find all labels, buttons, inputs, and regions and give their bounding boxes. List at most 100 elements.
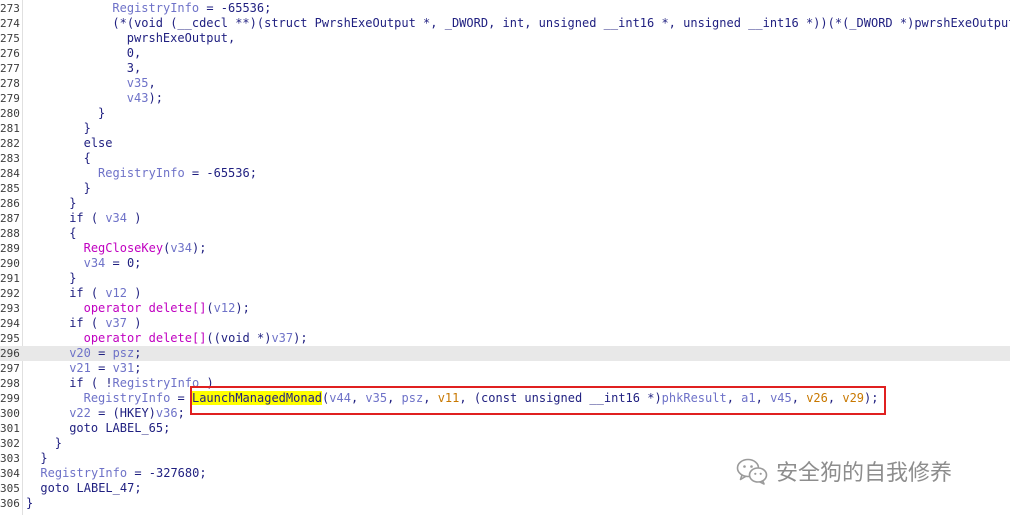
code-text: else — [84, 136, 113, 151]
code-token: = -327680; — [127, 466, 207, 480]
code-token[interactable]: RegCloseKey — [84, 241, 163, 255]
code-token[interactable]: RegistryInfo — [40, 466, 127, 480]
code-token[interactable]: v12 — [214, 301, 236, 315]
code-token: = — [90, 346, 113, 360]
code-token: = — [90, 361, 113, 375]
code-token[interactable]: v21 — [69, 361, 91, 375]
code-line[interactable]: 292 if ( v12 ) — [0, 286, 1010, 301]
code-line[interactable]: 280} — [0, 106, 1010, 121]
code-text: (*(void (__cdecl **)(struct PwrshExeOutp… — [112, 16, 1010, 31]
code-token: ) — [127, 286, 142, 300]
code-text: v43); — [127, 91, 163, 106]
code-text: if ( v34 ) — [69, 211, 141, 226]
code-token[interactable]: v20 — [69, 346, 91, 360]
code-line[interactable]: 302} — [0, 436, 1010, 451]
code-token[interactable]: v43 — [127, 91, 149, 105]
code-line[interactable]: 294 if ( v37 ) — [0, 316, 1010, 331]
code-token[interactable]: operator delete[] — [84, 331, 207, 345]
code-token: ; — [134, 361, 142, 375]
code-token: } — [26, 496, 34, 510]
code-token[interactable]: v34 — [84, 256, 106, 270]
code-token: { — [83, 151, 91, 165]
code-line[interactable]: 295 operator delete[]((void *)v37); — [0, 331, 1010, 346]
code-line[interactable]: 289 RegCloseKey(v34); — [0, 241, 1010, 256]
code-text: } — [69, 196, 76, 211]
code-line[interactable]: 293 operator delete[](v12); — [0, 301, 1010, 316]
code-line[interactable]: 273 RegistryInfo = -65536; — [0, 1, 1010, 16]
code-token: ); — [148, 91, 163, 105]
code-token[interactable]: v22 — [69, 406, 91, 420]
code-token: { — [69, 226, 77, 240]
code-token: goto — [69, 421, 99, 435]
code-line[interactable]: 284 RegistryInfo = -65536; — [0, 166, 1010, 181]
code-line[interactable]: 277 3, — [0, 61, 1010, 76]
code-line[interactable]: 288 { — [0, 226, 1010, 241]
code-token[interactable]: operator delete[] — [84, 301, 207, 315]
code-text: RegistryInfo = -327680; — [40, 466, 206, 481]
code-text: v21 = v31; — [69, 361, 141, 376]
code-token[interactable]: v12 — [105, 286, 127, 300]
code-line[interactable]: 287 if ( v34 ) — [0, 211, 1010, 226]
code-token: if — [69, 376, 84, 390]
code-token: ) — [127, 316, 142, 330]
code-token[interactable]: RegistryInfo — [112, 1, 199, 15]
line-number: 279 — [0, 92, 20, 105]
code-token: ; — [134, 346, 142, 360]
code-token: ( — [206, 301, 214, 315]
line-number: 295 — [0, 332, 20, 345]
code-token[interactable]: v37 — [105, 316, 127, 330]
code-line[interactable]: 291} — [0, 271, 1010, 286]
code-text: v35, — [127, 76, 156, 91]
code-token: if — [69, 211, 84, 225]
code-token: ( ! — [83, 376, 113, 390]
line-number: 274 — [0, 17, 20, 30]
pseudocode-view[interactable]: 273 RegistryInfo = -65536; 274 (*(void (__c… — [0, 0, 1010, 515]
code-line[interactable]: 281} — [0, 121, 1010, 136]
code-token[interactable]: v31 — [113, 361, 135, 375]
code-token: ( — [83, 211, 106, 225]
code-token: } — [98, 106, 106, 120]
code-line[interactable]: 297 v21 = v31; — [0, 361, 1010, 376]
code-line[interactable]: 282 else — [0, 136, 1010, 151]
wechat-icon — [736, 458, 768, 485]
code-line[interactable]: 285} — [0, 181, 1010, 196]
code-line[interactable]: 275 pwrshExeOutput, — [0, 31, 1010, 46]
code-token: = -65536; — [199, 1, 272, 15]
code-token[interactable]: RegistryInfo — [98, 166, 185, 180]
code-line[interactable]: 306} — [0, 496, 1010, 511]
code-line[interactable]: 301 goto LABEL_65; — [0, 421, 1010, 436]
code-text: RegistryInfo = -65536; — [98, 166, 257, 181]
line-number: 289 — [0, 242, 20, 255]
code-line[interactable]: 278 v35, — [0, 76, 1010, 91]
line-number: 276 — [0, 47, 20, 60]
code-line[interactable]: 276 0, — [0, 46, 1010, 61]
code-line[interactable]: 296 v20 = psz; — [0, 346, 1010, 361]
code-line[interactable]: 279 v43); — [0, 91, 1010, 106]
line-number: 282 — [0, 137, 20, 150]
code-token[interactable]: RegistryInfo — [84, 391, 171, 405]
code-token[interactable]: v37 — [271, 331, 293, 345]
code-token[interactable]: v34 — [105, 211, 127, 225]
code-text: v20 = psz; — [69, 346, 141, 361]
code-token[interactable]: psz — [113, 346, 135, 360]
line-number: 305 — [0, 482, 20, 495]
code-token[interactable]: v36 — [156, 406, 178, 420]
code-token: } — [83, 181, 91, 195]
code-token: = -65536; — [184, 166, 257, 180]
code-line[interactable]: 290 v34 = 0; — [0, 256, 1010, 271]
code-token: } — [69, 271, 77, 285]
code-token: ); — [235, 301, 250, 315]
code-line[interactable]: 286} — [0, 196, 1010, 211]
code-line[interactable]: 283 { — [0, 151, 1010, 166]
code-token[interactable]: v34 — [170, 241, 192, 255]
line-number: 303 — [0, 452, 20, 465]
code-text: RegistryInfo = -65536; — [112, 1, 271, 16]
line-number: 297 — [0, 362, 20, 375]
code-line[interactable]: 274 (*(void (__cdecl **)(struct PwrshExeO… — [0, 16, 1010, 31]
code-token[interactable]: RegistryInfo — [113, 376, 200, 390]
code-token: ( — [83, 316, 106, 330]
code-text: goto LABEL_47; — [40, 481, 141, 496]
code-text: } — [69, 271, 76, 286]
code-token: } — [54, 436, 63, 450]
code-token[interactable]: v35 — [127, 76, 149, 90]
